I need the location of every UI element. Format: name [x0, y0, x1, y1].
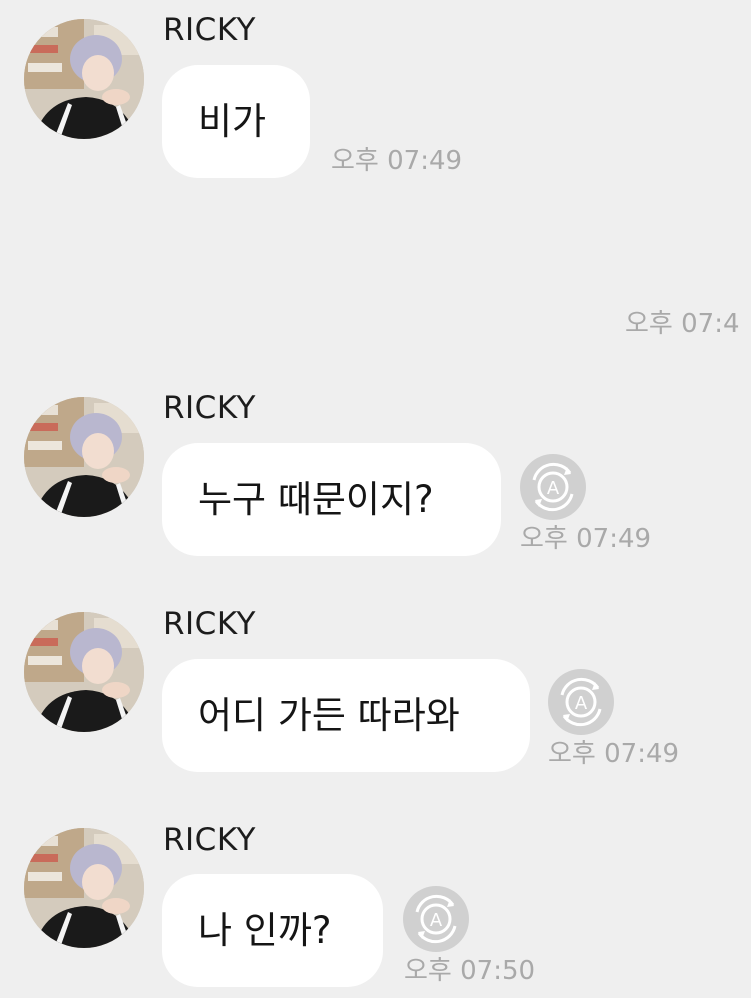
- message-bubble[interactable]: 나 인까?: [162, 874, 383, 987]
- sender-name: RICKY: [163, 390, 256, 426]
- avatar[interactable]: [24, 828, 144, 948]
- avatar[interactable]: [24, 397, 144, 517]
- message-time: 오후 07:50: [404, 956, 536, 986]
- translate-icon[interactable]: A: [520, 454, 586, 520]
- avatar[interactable]: [24, 19, 144, 139]
- message-time: 오후 07:49: [548, 739, 680, 769]
- outgoing-message-time: 오후 07:4: [625, 309, 740, 339]
- message-time: 오후 07:49: [331, 146, 463, 176]
- translate-icon[interactable]: A: [403, 886, 469, 952]
- sender-name: RICKY: [163, 822, 256, 858]
- svg-text:A: A: [575, 693, 588, 714]
- sender-name: RICKY: [163, 12, 256, 48]
- svg-text:A: A: [547, 478, 560, 499]
- message-bubble[interactable]: 어디 가든 따라와: [162, 659, 530, 772]
- message-time: 오후 07:49: [520, 524, 652, 554]
- svg-text:A: A: [430, 910, 443, 931]
- message-bubble[interactable]: 누구 때문이지?: [162, 443, 501, 556]
- message-bubble[interactable]: 비가: [162, 65, 310, 178]
- avatar[interactable]: [24, 612, 144, 732]
- translate-icon[interactable]: A: [548, 669, 614, 735]
- sender-name: RICKY: [163, 606, 256, 642]
